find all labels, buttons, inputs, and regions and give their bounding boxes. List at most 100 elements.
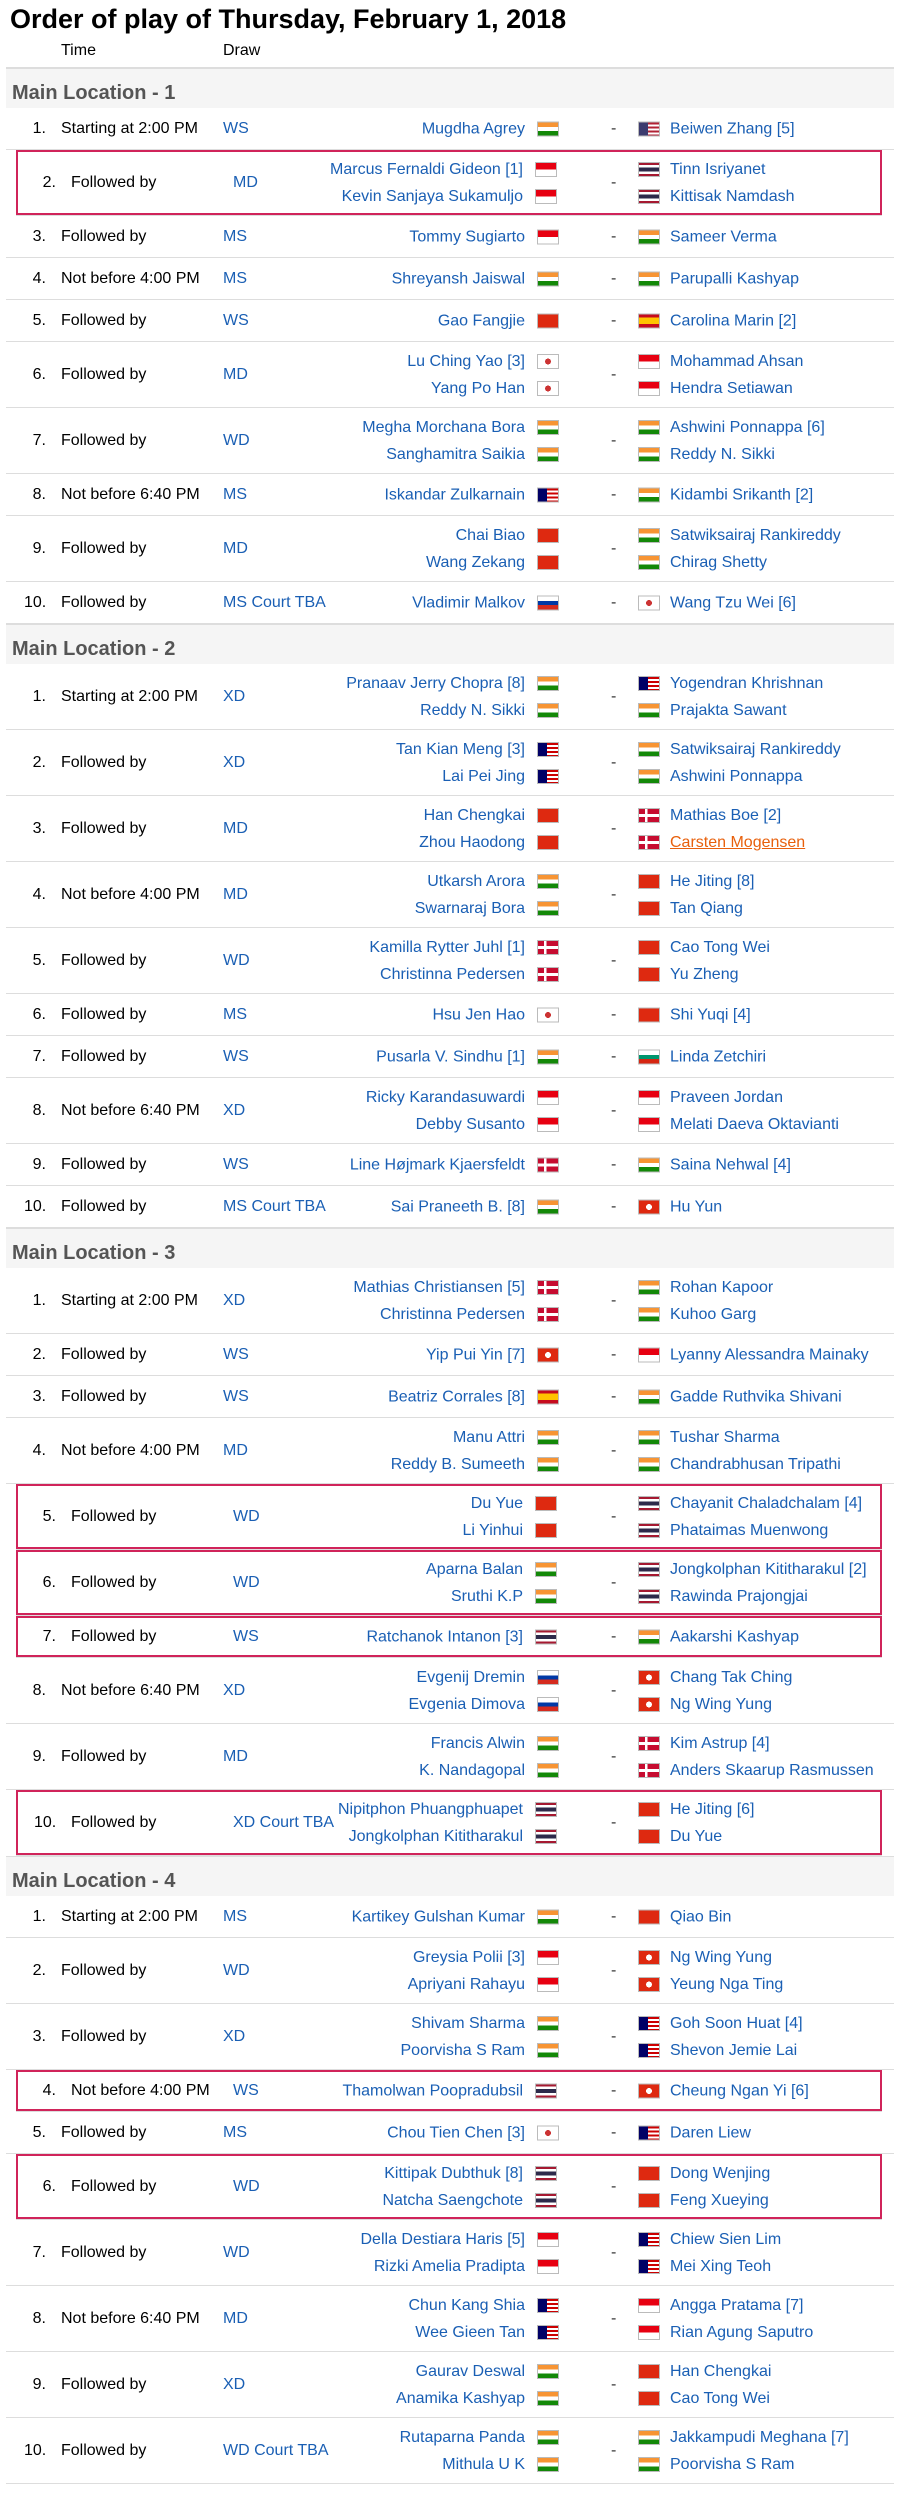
player-link[interactable]: Yeung Nga Ting — [670, 1976, 783, 1993]
player-link[interactable]: Cheung Ngan Yi [6] — [670, 2082, 809, 2099]
player-link[interactable]: Hsu Jen Hao — [433, 1006, 526, 1023]
player-link[interactable]: Yu Zheng — [670, 966, 739, 983]
player-link[interactable]: Dong Wenjing — [670, 2165, 770, 2182]
player-link[interactable]: Qiao Bin — [670, 1908, 731, 1925]
player-link[interactable]: Utkarsh Arora — [427, 873, 525, 890]
player-link[interactable]: Evgenia Dimova — [409, 1696, 526, 1713]
player-link[interactable]: Mugdha Agrey — [422, 120, 525, 137]
player-link[interactable]: Sanghamitra Saikia — [386, 446, 525, 463]
player-link[interactable]: Rutaparna Panda — [400, 2429, 525, 2446]
player-link[interactable]: Thamolwan Poopradubsil — [342, 2082, 523, 2099]
draw-link[interactable]: WD Court TBA — [223, 2442, 329, 2460]
player-link[interactable]: Poorvisha S Ram — [670, 2456, 795, 2473]
player-link[interactable]: Shevon Jemie Lai — [670, 2042, 797, 2059]
player-link[interactable]: Della Destiara Haris [5] — [361, 2231, 526, 2248]
player-link[interactable]: Daren Liew — [670, 2124, 751, 2141]
player-link[interactable]: Rohan Kapoor — [670, 1279, 773, 1296]
player-link[interactable]: Tan Kian Meng [3] — [396, 741, 525, 758]
draw-link[interactable]: MD — [223, 886, 248, 904]
draw-link[interactable]: MS — [223, 1908, 247, 1926]
draw-link[interactable]: WS — [223, 1346, 249, 1364]
player-link[interactable]: Reddy B. Sumeeth — [391, 1456, 525, 1473]
player-link[interactable]: Yang Po Han — [431, 380, 525, 397]
player-link[interactable]: Tushar Sharma — [670, 1429, 780, 1446]
player-link[interactable]: Du Yue — [670, 1828, 722, 1845]
player-link[interactable]: Debby Susanto — [416, 1116, 525, 1133]
player-link[interactable]: Chun Kang Shia — [408, 2297, 525, 2314]
player-link[interactable]: Christinna Pedersen — [380, 966, 525, 983]
player-link[interactable]: Tan Qiang — [670, 900, 743, 917]
player-link[interactable]: Pusarla V. Sindhu [1] — [376, 1048, 525, 1065]
player-link[interactable]: Manu Attri — [453, 1429, 525, 1446]
player-link[interactable]: Melati Daeva Oktavianti — [670, 1116, 839, 1133]
player-link[interactable]: Carolina Marin [2] — [670, 312, 796, 329]
player-link[interactable]: Lu Ching Yao [3] — [407, 353, 525, 370]
player-link[interactable]: Anamika Kashyap — [396, 2390, 525, 2407]
player-link[interactable]: Ratchanok Intanon [3] — [366, 1628, 523, 1645]
draw-link[interactable]: MD — [223, 820, 248, 838]
draw-link[interactable]: WD — [223, 1962, 250, 1980]
player-link[interactable]: Nipitphon Phuangphuapet — [338, 1801, 523, 1818]
player-link[interactable]: Cao Tong Wei — [670, 2390, 770, 2407]
player-link[interactable]: Gaurav Deswal — [416, 2363, 525, 2380]
draw-link[interactable]: WD — [233, 2178, 260, 2196]
draw-link[interactable]: XD — [223, 754, 245, 772]
player-link[interactable]: Satwiksairaj Rankireddy — [670, 527, 841, 544]
player-link[interactable]: Kittisak Namdash — [670, 188, 795, 205]
player-link[interactable]: Chayanit Chaladchalam [4] — [670, 1495, 862, 1512]
player-link[interactable]: Anders Skaarup Rasmussen — [670, 1762, 874, 1779]
player-link[interactable]: Kidambi Srikanth [2] — [670, 486, 813, 503]
player-link[interactable]: Cao Tong Wei — [670, 939, 770, 956]
draw-link[interactable]: WS — [223, 312, 249, 330]
player-link[interactable]: Chandrabhusan Tripathi — [670, 1456, 841, 1473]
player-link[interactable]: Francis Alwin — [431, 1735, 525, 1752]
player-link[interactable]: Tinn Isriyanet — [670, 161, 765, 178]
player-link[interactable]: Lyanny Alessandra Mainaky — [670, 1346, 869, 1363]
player-link[interactable]: Ng Wing Yung — [670, 1949, 772, 1966]
player-link[interactable]: Parupalli Kashyap — [670, 270, 799, 287]
draw-link[interactable]: MD — [223, 540, 248, 558]
player-link[interactable]: Yogendran Khrishnan — [670, 675, 823, 692]
player-link[interactable]: Angga Pratama [7] — [670, 2297, 803, 2314]
draw-link[interactable]: WS — [233, 2082, 259, 2100]
draw-link[interactable]: MD — [223, 1748, 248, 1766]
player-link[interactable]: Hendra Setiawan — [670, 380, 793, 397]
player-link[interactable]: Pranaav Jerry Chopra [8] — [346, 675, 525, 692]
player-link[interactable]: Rawinda Prajongjai — [670, 1588, 808, 1605]
player-link[interactable]: Ashwini Ponnappa [6] — [670, 419, 825, 436]
draw-link[interactable]: WS — [223, 1156, 249, 1174]
player-link[interactable]: Sruthi K.P — [451, 1588, 523, 1605]
player-link[interactable]: Han Chengkai — [670, 2363, 771, 2380]
player-link[interactable]: Evgenij Dremin — [417, 1669, 525, 1686]
draw-link[interactable]: WD — [233, 1574, 260, 1592]
player-link[interactable]: Prajakta Sawant — [670, 702, 787, 719]
player-link[interactable]: Beiwen Zhang [5] — [670, 120, 795, 137]
player-link[interactable]: Du Yue — [471, 1495, 523, 1512]
player-link[interactable]: Kartikey Gulshan Kumar — [352, 1908, 525, 1925]
player-link[interactable]: Tommy Sugiarto — [409, 228, 525, 245]
player-link[interactable]: Ashwini Ponnappa — [670, 768, 803, 785]
draw-link[interactable]: XD — [223, 688, 245, 706]
player-link[interactable]: Kim Astrup [4] — [670, 1735, 770, 1752]
player-link[interactable]: Mohammad Ahsan — [670, 353, 803, 370]
player-link[interactable]: Hu Yun — [670, 1198, 722, 1215]
player-link[interactable]: Chirag Shetty — [670, 554, 767, 571]
player-link[interactable]: Marcus Fernaldi Gideon [1] — [330, 161, 523, 178]
player-link[interactable]: Mathias Boe [2] — [670, 807, 781, 824]
draw-link[interactable]: MS — [223, 2124, 247, 2142]
player-link[interactable]: Beatriz Corrales [8] — [388, 1388, 525, 1405]
draw-link[interactable]: MS — [223, 486, 247, 504]
player-link[interactable]: Iskandar Zulkarnain — [384, 486, 525, 503]
draw-link[interactable]: WD — [223, 952, 250, 970]
player-link[interactable]: Goh Soon Huat [4] — [670, 2015, 803, 2032]
draw-link[interactable]: MS Court TBA — [223, 594, 326, 612]
player-link[interactable]: Poorvisha S Ram — [401, 2042, 526, 2059]
player-link[interactable]: He Jiting [6] — [670, 1801, 754, 1818]
player-link[interactable]: Christinna Pedersen — [380, 1306, 525, 1323]
player-link[interactable]: Kevin Sanjaya Sukamuljo — [342, 188, 523, 205]
player-link[interactable]: Kamilla Rytter Juhl [1] — [369, 939, 525, 956]
player-link[interactable]: Chiew Sien Lim — [670, 2231, 781, 2248]
player-link[interactable]: Mithula U K — [442, 2456, 525, 2473]
player-link[interactable]: Linda Zetchiri — [670, 1048, 766, 1065]
player-link[interactable]: Shi Yuqi [4] — [670, 1006, 751, 1023]
